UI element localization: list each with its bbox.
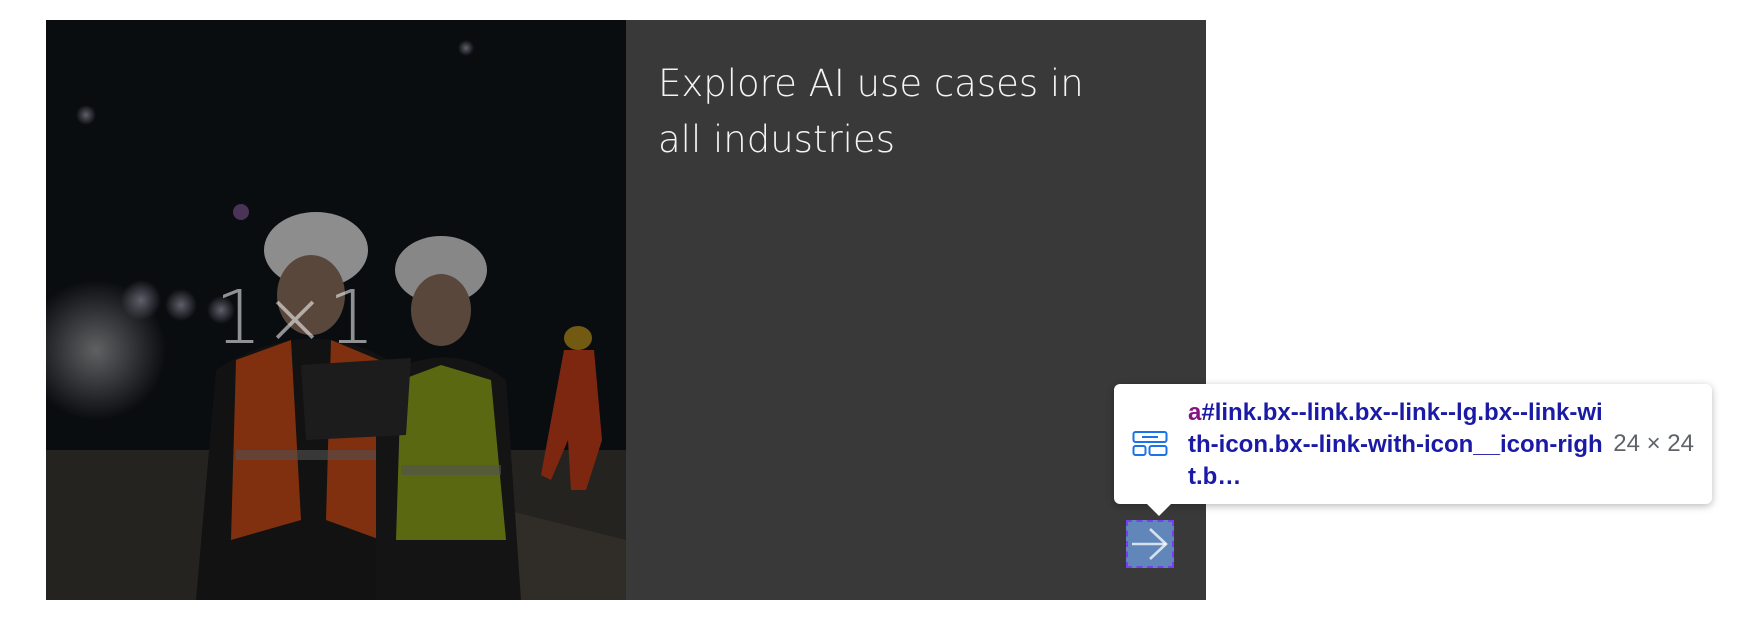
use-case-card[interactable]: 1×1 Explore AI use cases in all industri… — [46, 20, 1206, 600]
layout-icon — [1132, 431, 1168, 456]
card-image: 1×1 — [46, 20, 626, 600]
element-selector: a#link.bx--link.bx--link--lg.bx--link-wi… — [1188, 397, 1608, 493]
card-heading: Explore AI use cases in all industries — [658, 62, 1084, 161]
card-body: Explore AI use cases in all industries — [626, 20, 1206, 600]
page: 1×1 Explore AI use cases in all industri… — [0, 0, 1744, 636]
element-selector-text: #link.bx--link.bx--link--lg.bx--link-wit… — [1188, 399, 1603, 490]
card-link-button[interactable] — [1126, 520, 1174, 568]
inspector-tooltip: a#link.bx--link.bx--link--lg.bx--link-wi… — [1114, 384, 1712, 516]
arrow-right-icon — [1132, 528, 1168, 560]
element-size: 24 × 24 — [1613, 430, 1694, 457]
aspect-ratio-label: 1×1 — [214, 275, 378, 361]
element-tag: a — [1188, 399, 1202, 426]
